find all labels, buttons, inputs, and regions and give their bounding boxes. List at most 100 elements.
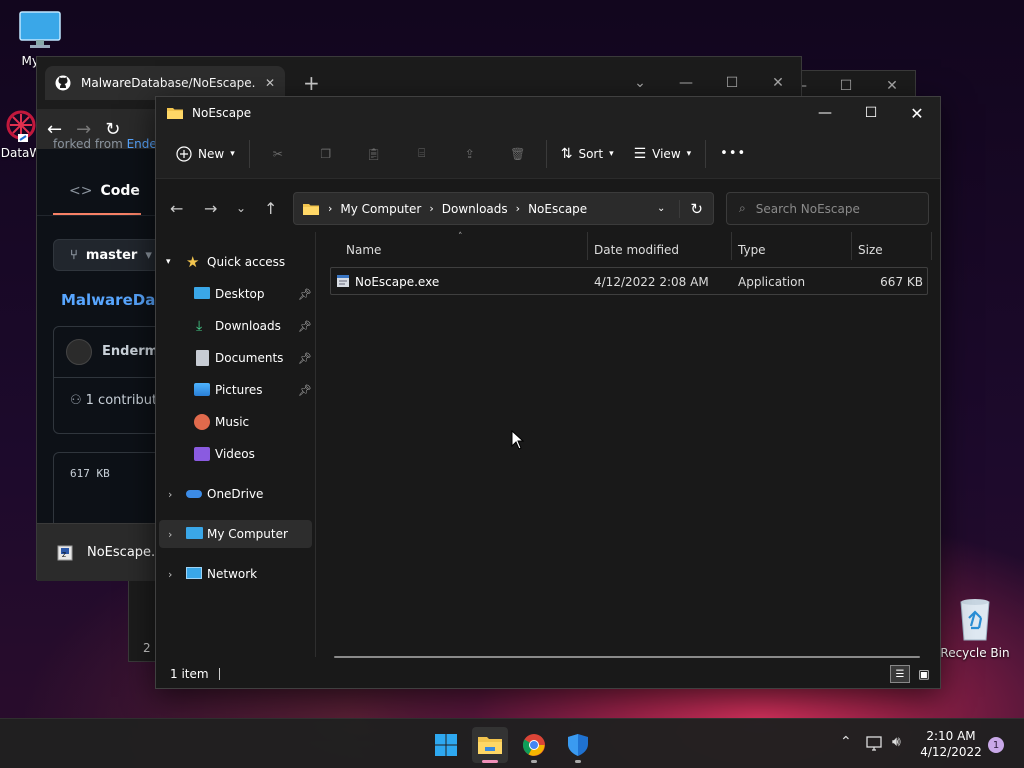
nav-item-pictures[interactable]: Pictures 📌︎ <box>156 376 314 404</box>
zip-file-icon[interactable]: Z <box>57 545 73 561</box>
pin-icon[interactable]: 📌︎ <box>298 320 312 333</box>
taskbar-file-explorer[interactable] <box>472 727 508 763</box>
nav-item-desktop[interactable]: Desktop 📌︎ <box>156 280 314 308</box>
pin-icon[interactable]: 📌︎ <box>298 352 312 365</box>
explorer-titlebar: NoEscape — ☐ ✕ <box>156 97 940 129</box>
divider <box>545 139 547 168</box>
pin-icon[interactable]: 📌︎ <box>298 384 312 397</box>
new-button[interactable]: New ▾ <box>166 138 245 170</box>
delete-icon[interactable]: 🗑︎ <box>494 147 542 161</box>
share-icon[interactable]: ⇪ <box>446 147 494 161</box>
download-filename[interactable]: NoEscape.zi <box>87 545 166 560</box>
back-arrow-icon[interactable]: ← <box>170 199 183 218</box>
nav-item-music[interactable]: Music <box>156 408 314 436</box>
nav-item-videos[interactable]: Videos <box>156 440 314 468</box>
contributors[interactable]: ⚇ 1 contribut <box>70 393 157 408</box>
download-icon: ⤓ <box>196 318 203 334</box>
code-tab[interactable]: <> Code <box>69 183 140 199</box>
status-bar: 1 item ☰ ▣ <box>156 660 940 688</box>
cloud-icon <box>186 490 202 498</box>
chevron-right-icon[interactable]: › <box>168 488 172 501</box>
documents-icon <box>196 350 209 366</box>
taskbar-chrome[interactable] <box>516 727 552 763</box>
close-icon[interactable]: ✕ <box>755 68 801 98</box>
music-icon <box>194 414 210 430</box>
search-icon: ⌕ <box>739 201 746 215</box>
nav-item-downloads[interactable]: ⤓ Downloads 📌︎ <box>156 312 314 340</box>
divider <box>705 139 707 168</box>
chevron-down-icon[interactable]: ⌄ <box>657 203 665 214</box>
horizontal-scrollbar[interactable] <box>334 656 920 658</box>
view-icon: ☰ <box>633 145 647 162</box>
chrome-icon <box>522 734 545 756</box>
chevron-down-icon[interactable]: ⌄ <box>617 68 663 98</box>
close-tab-icon[interactable]: ✕ <box>265 76 275 90</box>
sort-button[interactable]: ⇅ Sort ▾ <box>551 138 624 170</box>
breadcrumb-item[interactable]: Downloads <box>442 202 508 216</box>
nav-item-onedrive[interactable]: › OneDrive <box>156 480 314 508</box>
file-size: 617 KB <box>70 467 110 480</box>
breadcrumb-item[interactable]: NoEscape <box>528 202 587 216</box>
volume-icon[interactable]: 🔊︎ <box>892 734 901 750</box>
browser-tab-title: MalwareDatabase/NoEscape.zip <box>81 76 255 90</box>
sort-ascending-icon: ˄ <box>458 232 463 242</box>
chevron-right-icon[interactable]: › <box>168 528 172 541</box>
column-header-type[interactable]: Type <box>738 243 766 257</box>
folder-icon <box>478 737 502 754</box>
file-explorer-window[interactable]: NoEscape — ☐ ✕ New ▾ ✂ ❐ 📋︎ ⌸ ⇪ 🗑︎ ⇅ Sor… <box>155 96 941 689</box>
forward-arrow-icon[interactable]: → <box>204 199 217 218</box>
avatar <box>66 339 92 365</box>
details-view-icon[interactable]: ☰ <box>890 665 910 683</box>
column-header-name[interactable]: Name <box>346 243 381 257</box>
cut-icon[interactable]: ✂ <box>254 147 302 161</box>
refresh-icon[interactable]: ↻ <box>679 199 703 218</box>
nav-item-quick-access[interactable]: ▾ ★ Quick access <box>156 248 314 276</box>
start-button[interactable] <box>428 727 464 763</box>
plus-circle-icon <box>176 145 192 162</box>
copy-icon[interactable]: ❐ <box>302 147 350 161</box>
chevron-up-icon[interactable]: ⌃ <box>840 734 852 750</box>
people-icon: ⚇ <box>70 393 82 408</box>
close-icon[interactable]: ✕ <box>894 98 940 128</box>
active-indicator <box>482 760 498 763</box>
chevron-right-icon[interactable]: › <box>168 568 172 581</box>
chevron-down-icon[interactable]: ▾ <box>166 257 171 267</box>
column-header-size[interactable]: Size <box>858 243 883 257</box>
file-date: 4/12/2022 2:08 AM <box>594 275 709 289</box>
minimize-icon[interactable]: — <box>663 68 709 98</box>
network-status-icon[interactable] <box>866 736 884 752</box>
nav-item-documents[interactable]: Documents 📌︎ <box>156 344 314 372</box>
notification-badge[interactable]: 1 <box>988 737 1004 753</box>
up-arrow-icon[interactable]: ↑ <box>264 199 277 218</box>
nav-item-my-computer[interactable]: › My Computer <box>159 520 312 548</box>
more-options-button[interactable]: ••• <box>710 138 756 170</box>
tiles-view-icon[interactable]: ▣ <box>914 665 934 683</box>
clock[interactable]: 2:10 AM 4/12/2022 <box>918 728 984 760</box>
sort-icon: ⇅ <box>560 145 573 162</box>
table-row[interactable]: NoEscape.exe 4/12/2022 2:08 AM Applicati… <box>330 267 928 295</box>
chevron-down-icon: ▾ <box>686 148 692 159</box>
maximize-icon[interactable]: ☐ <box>709 68 755 98</box>
pin-icon[interactable]: 📌︎ <box>298 288 312 301</box>
search-input[interactable]: ⌕ Search NoEscape <box>726 192 929 225</box>
new-tab-icon[interactable]: + <box>303 71 320 95</box>
command-bar: New ▾ ✂ ❐ 📋︎ ⌸ ⇪ 🗑︎ ⇅ Sort ▾ ☰ View ▾ ••… <box>156 129 940 179</box>
address-bar[interactable]: › My Computer › Downloads › NoEscape ⌄ ↻ <box>293 192 714 225</box>
column-header-date[interactable]: Date modified <box>594 243 679 257</box>
rename-icon[interactable]: ⌸ <box>398 146 446 161</box>
breadcrumb-item[interactable]: My Computer <box>340 202 421 216</box>
desktop-icon <box>194 287 210 299</box>
divider <box>248 139 250 168</box>
minimize-icon[interactable]: — <box>802 98 848 128</box>
browser-tab[interactable]: MalwareDatabase/NoEscape.zip ✕ <box>45 66 285 100</box>
star-icon: ★ <box>186 253 200 271</box>
nav-item-network[interactable]: › Network <box>156 560 314 588</box>
desktop-icon-recycle-bin[interactable]: Recycle Bin <box>940 596 1010 660</box>
taskbar-security[interactable] <box>560 727 596 763</box>
videos-icon <box>194 447 210 461</box>
file-name: NoEscape.exe <box>355 275 440 289</box>
maximize-icon[interactable]: ☐ <box>848 98 894 128</box>
paste-icon[interactable]: 📋︎ <box>350 147 398 161</box>
view-button[interactable]: ☰ View ▾ <box>624 138 702 170</box>
recent-locations-icon[interactable]: ⌄ <box>236 201 246 215</box>
